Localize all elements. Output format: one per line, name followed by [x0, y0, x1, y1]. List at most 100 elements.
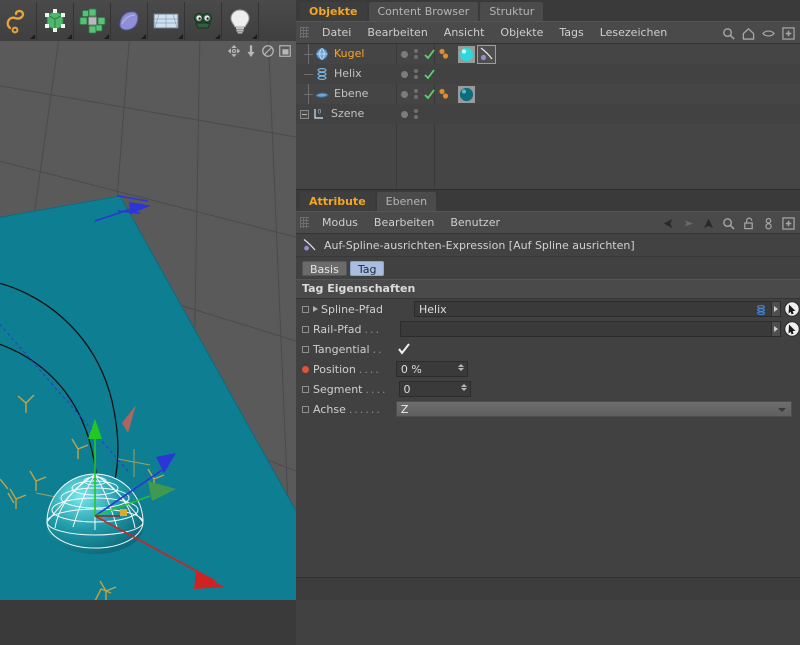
link-icon[interactable]: [762, 217, 775, 230]
plus-box-icon[interactable]: [782, 217, 795, 230]
segment-basis[interactable]: Basis: [302, 260, 347, 276]
object-label: Helix: [334, 67, 362, 80]
rotate-camera-icon[interactable]: [261, 44, 275, 58]
light-icon[interactable]: [222, 1, 259, 40]
tangential-checkbox[interactable]: [397, 343, 410, 355]
tab-struktur[interactable]: Struktur: [480, 2, 544, 21]
menu-tags[interactable]: Tags: [551, 22, 591, 43]
visibility-toggles[interactable]: [414, 89, 418, 99]
deformer-icon[interactable]: [111, 1, 148, 40]
material-tag-icon[interactable]: [438, 86, 455, 103]
spline-pfad-dropdown-arrow[interactable]: [772, 301, 781, 317]
spline-pfad-input[interactable]: Helix: [414, 301, 772, 317]
menu-ansicht[interactable]: Ansicht: [436, 22, 493, 43]
group-header-tag-eigenschaften: Tag Eigenschaften: [296, 279, 800, 299]
sphere-material-preview-icon[interactable]: [458, 45, 475, 63]
menu-modus[interactable]: Modus: [314, 212, 366, 233]
forward-arrow-icon-disabled: [684, 220, 694, 227]
visibility-dot[interactable]: [401, 110, 408, 118]
back-arrow-icon[interactable]: [662, 217, 675, 230]
segment-input[interactable]: 0: [398, 381, 471, 397]
label-dot-leader: ....: [365, 382, 388, 396]
status-bar: [296, 577, 800, 600]
tab-content-browser[interactable]: Content Browser: [368, 2, 479, 21]
table-row[interactable]: Helix: [296, 64, 800, 84]
object-manager-tree[interactable]: Kugel Helix Ebene 0 Szene: [296, 44, 800, 190]
expand-triangle-icon[interactable]: [313, 306, 318, 312]
helix-spline-icon: [317, 68, 327, 80]
position-stepper[interactable]: [457, 364, 464, 371]
property-label: Segment: [313, 382, 363, 396]
segment-value: 0: [403, 382, 411, 396]
enabled-check-icon[interactable]: [424, 68, 435, 80]
panel-grip[interactable]: [300, 217, 309, 228]
animate-marker[interactable]: [302, 405, 309, 413]
tab-ebenen[interactable]: Ebenen: [376, 192, 437, 211]
dolly-camera-icon[interactable]: [244, 44, 258, 58]
object-label: Ebene: [334, 87, 369, 100]
animate-marker-keyed[interactable]: [302, 365, 309, 373]
move-camera-icon[interactable]: [227, 44, 241, 58]
table-row[interactable]: Kugel: [296, 44, 800, 64]
plane-material-preview-icon[interactable]: [458, 85, 475, 103]
search-icon[interactable]: [722, 217, 735, 230]
chevron-down-icon: [777, 408, 786, 412]
rail-pfad-picker-icon[interactable]: [784, 321, 800, 337]
lock-icon[interactable]: [742, 217, 755, 230]
home-icon[interactable]: [742, 27, 755, 40]
property-label: Tangential: [313, 342, 370, 356]
property-label: Achse: [313, 402, 346, 416]
spline-pfad-field-group: Helix: [414, 301, 800, 317]
expand-collapse-icon[interactable]: [300, 109, 309, 119]
label-dot-leader: ..: [372, 342, 384, 356]
panel-grip[interactable]: [300, 27, 309, 38]
plus-box-icon[interactable]: [782, 27, 795, 40]
achse-dropdown[interactable]: Z: [395, 401, 792, 417]
table-row[interactable]: 0 Szene: [296, 104, 800, 124]
camera-icon[interactable]: [185, 1, 222, 40]
visibility-toggles[interactable]: [414, 109, 418, 119]
table-row[interactable]: Ebene: [296, 84, 800, 104]
rail-pfad-input[interactable]: [400, 321, 772, 337]
menu-lesezeichen[interactable]: Lesezeichen: [592, 22, 676, 43]
maximize-view-icon[interactable]: [278, 44, 292, 58]
animate-marker[interactable]: [302, 305, 309, 313]
environment-icon[interactable]: [148, 1, 185, 40]
viewport-nav-icons: [227, 42, 292, 60]
segment-tag[interactable]: Tag: [349, 260, 385, 276]
menu-objekte[interactable]: Objekte: [492, 22, 551, 43]
enabled-check-icon[interactable]: [424, 88, 435, 100]
3d-viewport[interactable]: [0, 41, 297, 600]
animate-marker[interactable]: [302, 385, 309, 393]
material-tag-icon[interactable]: [438, 46, 455, 63]
spline-tool-icon[interactable]: [0, 1, 37, 40]
label-dot-leader: ...: [364, 322, 381, 336]
visibility-toggles[interactable]: [414, 49, 418, 59]
tab-objekte[interactable]: Objekte: [300, 2, 367, 21]
animate-marker[interactable]: [302, 325, 309, 333]
up-arrow-icon[interactable]: [702, 217, 715, 230]
array-object-icon[interactable]: [74, 1, 111, 40]
rail-pfad-dropdown-arrow[interactable]: [772, 321, 781, 337]
search-icon[interactable]: [722, 27, 735, 40]
property-row-tangential: Tangential ..: [296, 339, 800, 359]
menu-datei[interactable]: Datei: [314, 22, 359, 43]
segment-stepper[interactable]: [460, 384, 467, 391]
menu-benutzer[interactable]: Benutzer: [442, 212, 508, 233]
menu-bearbeiten[interactable]: Bearbeiten: [359, 22, 435, 43]
enabled-check-icon[interactable]: [424, 48, 435, 60]
eye-icon[interactable]: [762, 27, 775, 40]
cube-object-icon[interactable]: [37, 1, 74, 40]
position-input[interactable]: 0 %: [395, 361, 468, 377]
visibility-dot[interactable]: [401, 90, 408, 98]
visibility-toggles[interactable]: [414, 69, 418, 79]
object-label: Szene: [331, 107, 365, 120]
menu-bearbeiten[interactable]: Bearbeiten: [366, 212, 442, 233]
attribute-manager-menubar: Modus Bearbeiten Benutzer: [296, 211, 800, 234]
visibility-dot[interactable]: [401, 70, 408, 78]
align-to-spline-tag-icon[interactable]: [477, 44, 496, 64]
animate-marker[interactable]: [302, 345, 309, 353]
visibility-dot[interactable]: [401, 50, 408, 58]
spline-pfad-picker-icon[interactable]: [784, 301, 800, 317]
tab-attribute[interactable]: Attribute: [300, 192, 375, 211]
